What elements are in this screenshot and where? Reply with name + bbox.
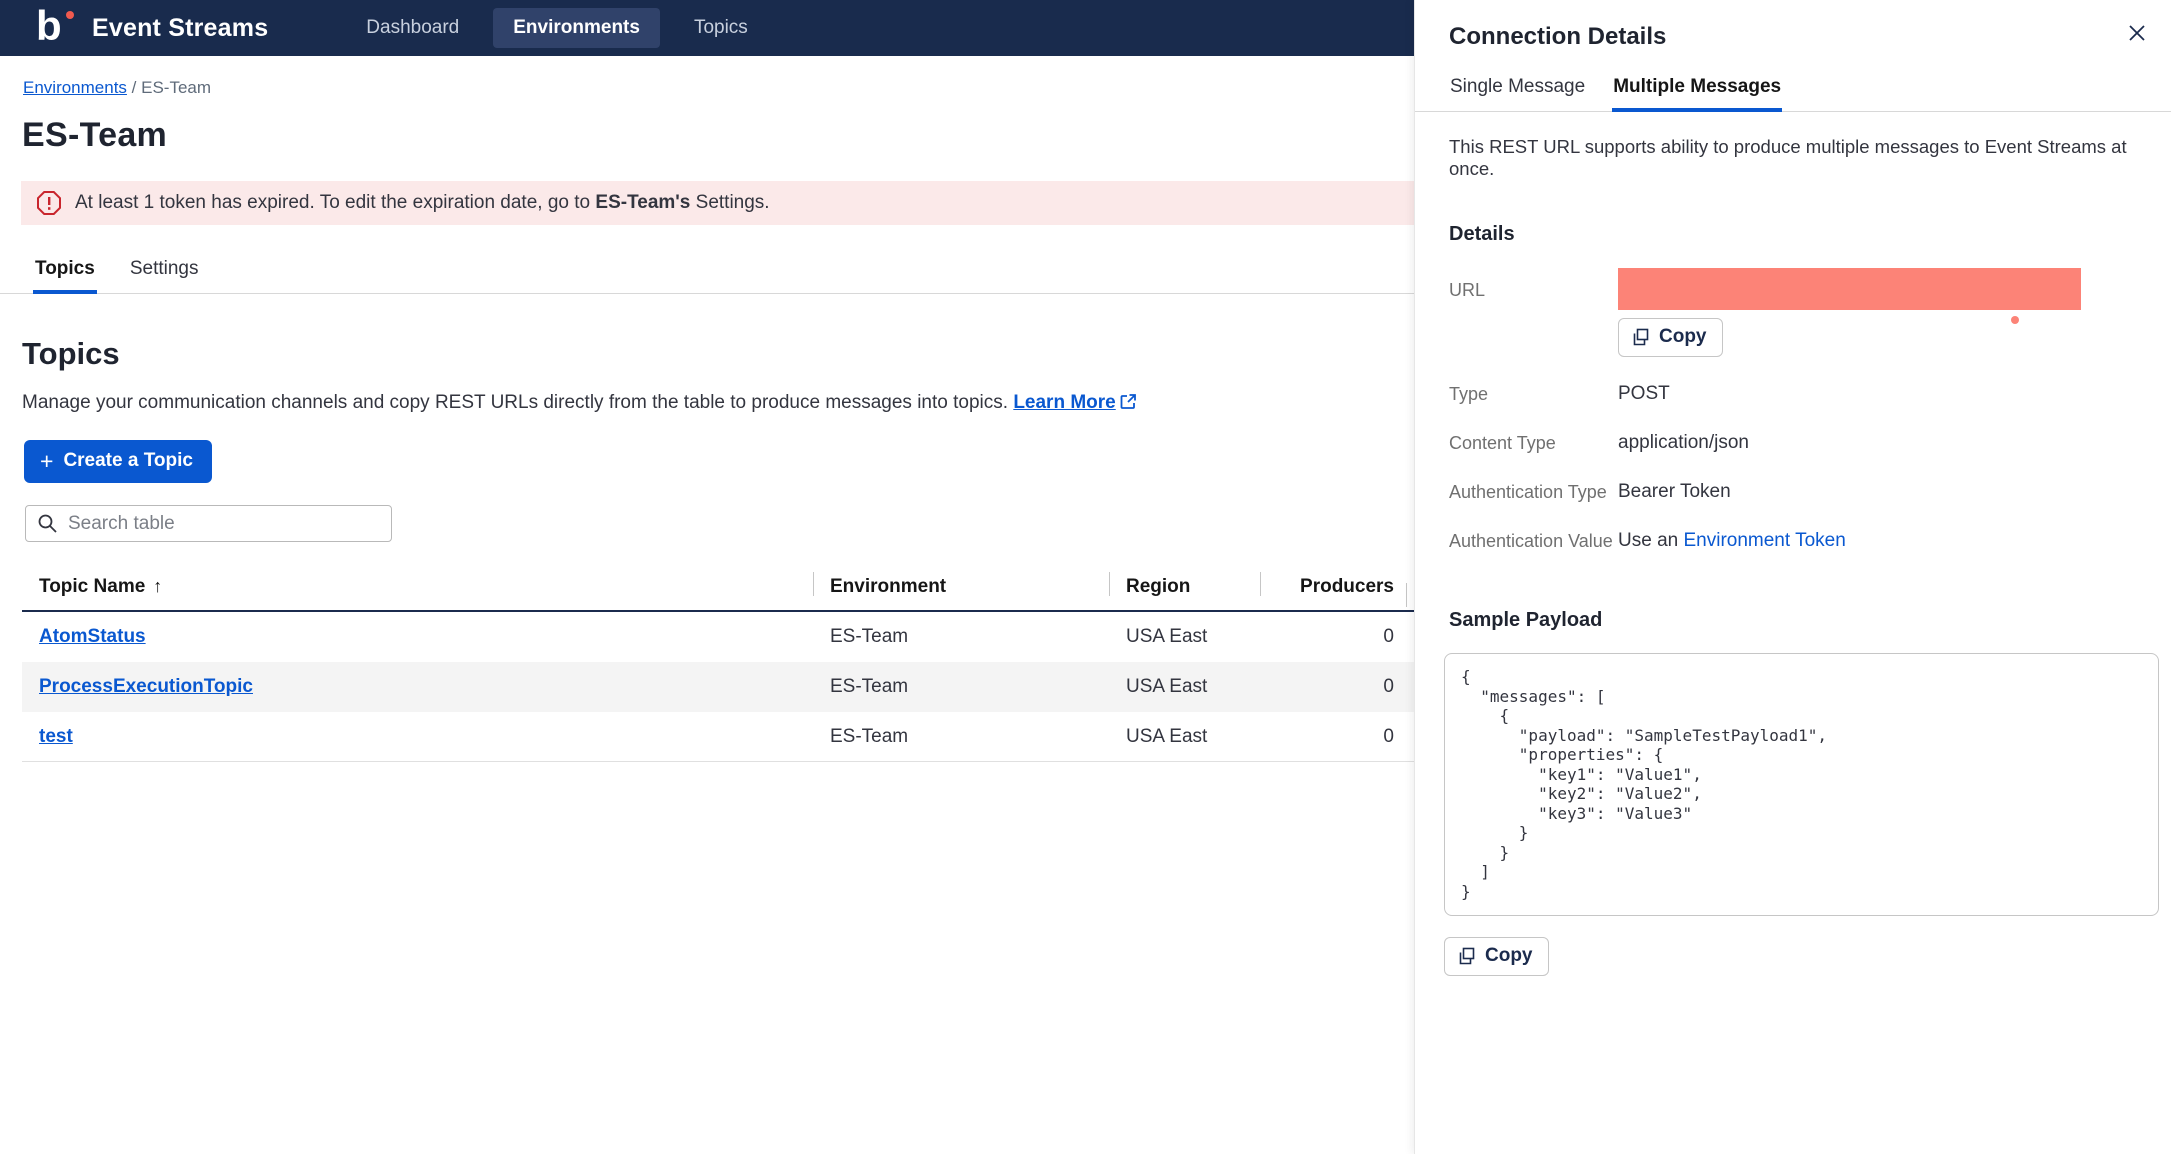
column-header-environment[interactable]: Environment: [813, 568, 1109, 610]
search-icon: [37, 513, 58, 539]
detail-row-content-type: Content Type application/json: [1415, 430, 2171, 455]
tab-topics[interactable]: Topics: [33, 258, 97, 293]
environment-token-link[interactable]: Environment Token: [1683, 530, 1845, 551]
tab-settings[interactable]: Settings: [128, 258, 201, 293]
topic-link-atomstatus[interactable]: AtomStatus: [39, 626, 146, 647]
copy-icon: [1632, 328, 1650, 346]
auth-value-label: Authentication Value: [1449, 528, 1618, 553]
warning-icon: [36, 190, 62, 216]
panel-tabs: Single Message Multiple Messages: [1415, 76, 2171, 112]
nav-topics[interactable]: Topics: [674, 8, 768, 48]
boomi-logo[interactable]: b: [36, 8, 76, 48]
search-input[interactable]: [25, 505, 392, 542]
breadcrumb-current: ES-Team: [141, 78, 211, 97]
boomi-logo-dot: [66, 11, 74, 19]
tab-single-message[interactable]: Single Message: [1449, 76, 1586, 111]
auth-type-value: Bearer Token: [1618, 479, 2171, 504]
detail-row-auth-value: Authentication Value Use an Environment …: [1415, 528, 2171, 553]
sample-payload-heading: Sample Payload: [1449, 609, 2137, 632]
type-value: POST: [1618, 381, 2171, 406]
content-type-value: application/json: [1618, 430, 2171, 455]
cell-producers: 0: [1260, 676, 1406, 698]
plus-icon: +: [40, 453, 53, 469]
detail-row-auth-type: Authentication Type Bearer Token: [1415, 479, 2171, 504]
cell-region: USA East: [1109, 726, 1260, 748]
create-topic-button[interactable]: + Create a Topic: [24, 440, 212, 483]
sort-ascending-icon: ↑: [153, 576, 162, 596]
sample-payload-box: { "messages": [ { "payload": "SampleTest…: [1444, 653, 2159, 916]
close-icon[interactable]: [2124, 22, 2150, 48]
auth-type-label: Authentication Type: [1449, 479, 1618, 504]
external-link-icon: [1120, 393, 1137, 416]
url-value-redacted: [1618, 268, 2081, 310]
connection-details-panel: Connection Details Single Message Multip…: [1414, 0, 2171, 1154]
redaction-dot: [2011, 316, 2019, 324]
content-type-label: Content Type: [1449, 430, 1618, 455]
cell-region: USA East: [1109, 676, 1260, 698]
copy-payload-button[interactable]: Copy: [1444, 937, 1549, 976]
app-title: Event Streams: [92, 14, 268, 43]
alert-environment-name: ES-Team's: [595, 192, 690, 213]
learn-more-link[interactable]: Learn More: [1013, 392, 1136, 413]
panel-title: Connection Details: [1449, 23, 2151, 51]
cell-environment: ES-Team: [813, 726, 1109, 748]
tab-multiple-messages[interactable]: Multiple Messages: [1612, 76, 1782, 111]
breadcrumb-separator: /: [132, 78, 141, 97]
copy-icon: [1458, 947, 1476, 965]
panel-header: Connection Details: [1415, 0, 2171, 51]
nav-environments[interactable]: Environments: [493, 8, 660, 48]
copy-url-button[interactable]: Copy: [1618, 318, 1723, 357]
column-header-topic-name[interactable]: Topic Name↑: [22, 568, 813, 610]
cell-environment: ES-Team: [813, 626, 1109, 648]
top-nav: Dashboard Environments Topics: [346, 8, 768, 48]
alert-text: At least 1 token has expired. To edit th…: [75, 192, 770, 214]
column-header-region[interactable]: Region: [1109, 568, 1260, 610]
url-label: URL: [1449, 277, 1618, 302]
topic-link-processexecutiontopic[interactable]: ProcessExecutionTopic: [39, 676, 253, 697]
nav-dashboard[interactable]: Dashboard: [346, 8, 479, 48]
detail-row-url: URL: [1415, 268, 2171, 310]
column-header-producers[interactable]: Producers: [1260, 568, 1406, 610]
panel-description: This REST URL supports ability to produc…: [1415, 112, 2171, 180]
sample-payload-code: { "messages": [ { "payload": "SampleTest…: [1461, 667, 2142, 901]
topic-link-test[interactable]: test: [39, 726, 73, 747]
cell-producers: 0: [1260, 626, 1406, 648]
table-search: [25, 505, 392, 542]
type-label: Type: [1449, 381, 1618, 406]
cell-region: USA East: [1109, 626, 1260, 648]
auth-value-value: Use an Environment Token: [1618, 528, 2171, 553]
breadcrumb-environments-link[interactable]: Environments: [23, 78, 127, 97]
cell-environment: ES-Team: [813, 676, 1109, 698]
detail-row-type: Type POST: [1415, 381, 2171, 406]
details-heading: Details: [1449, 223, 2137, 246]
cell-producers: 0: [1260, 726, 1406, 748]
